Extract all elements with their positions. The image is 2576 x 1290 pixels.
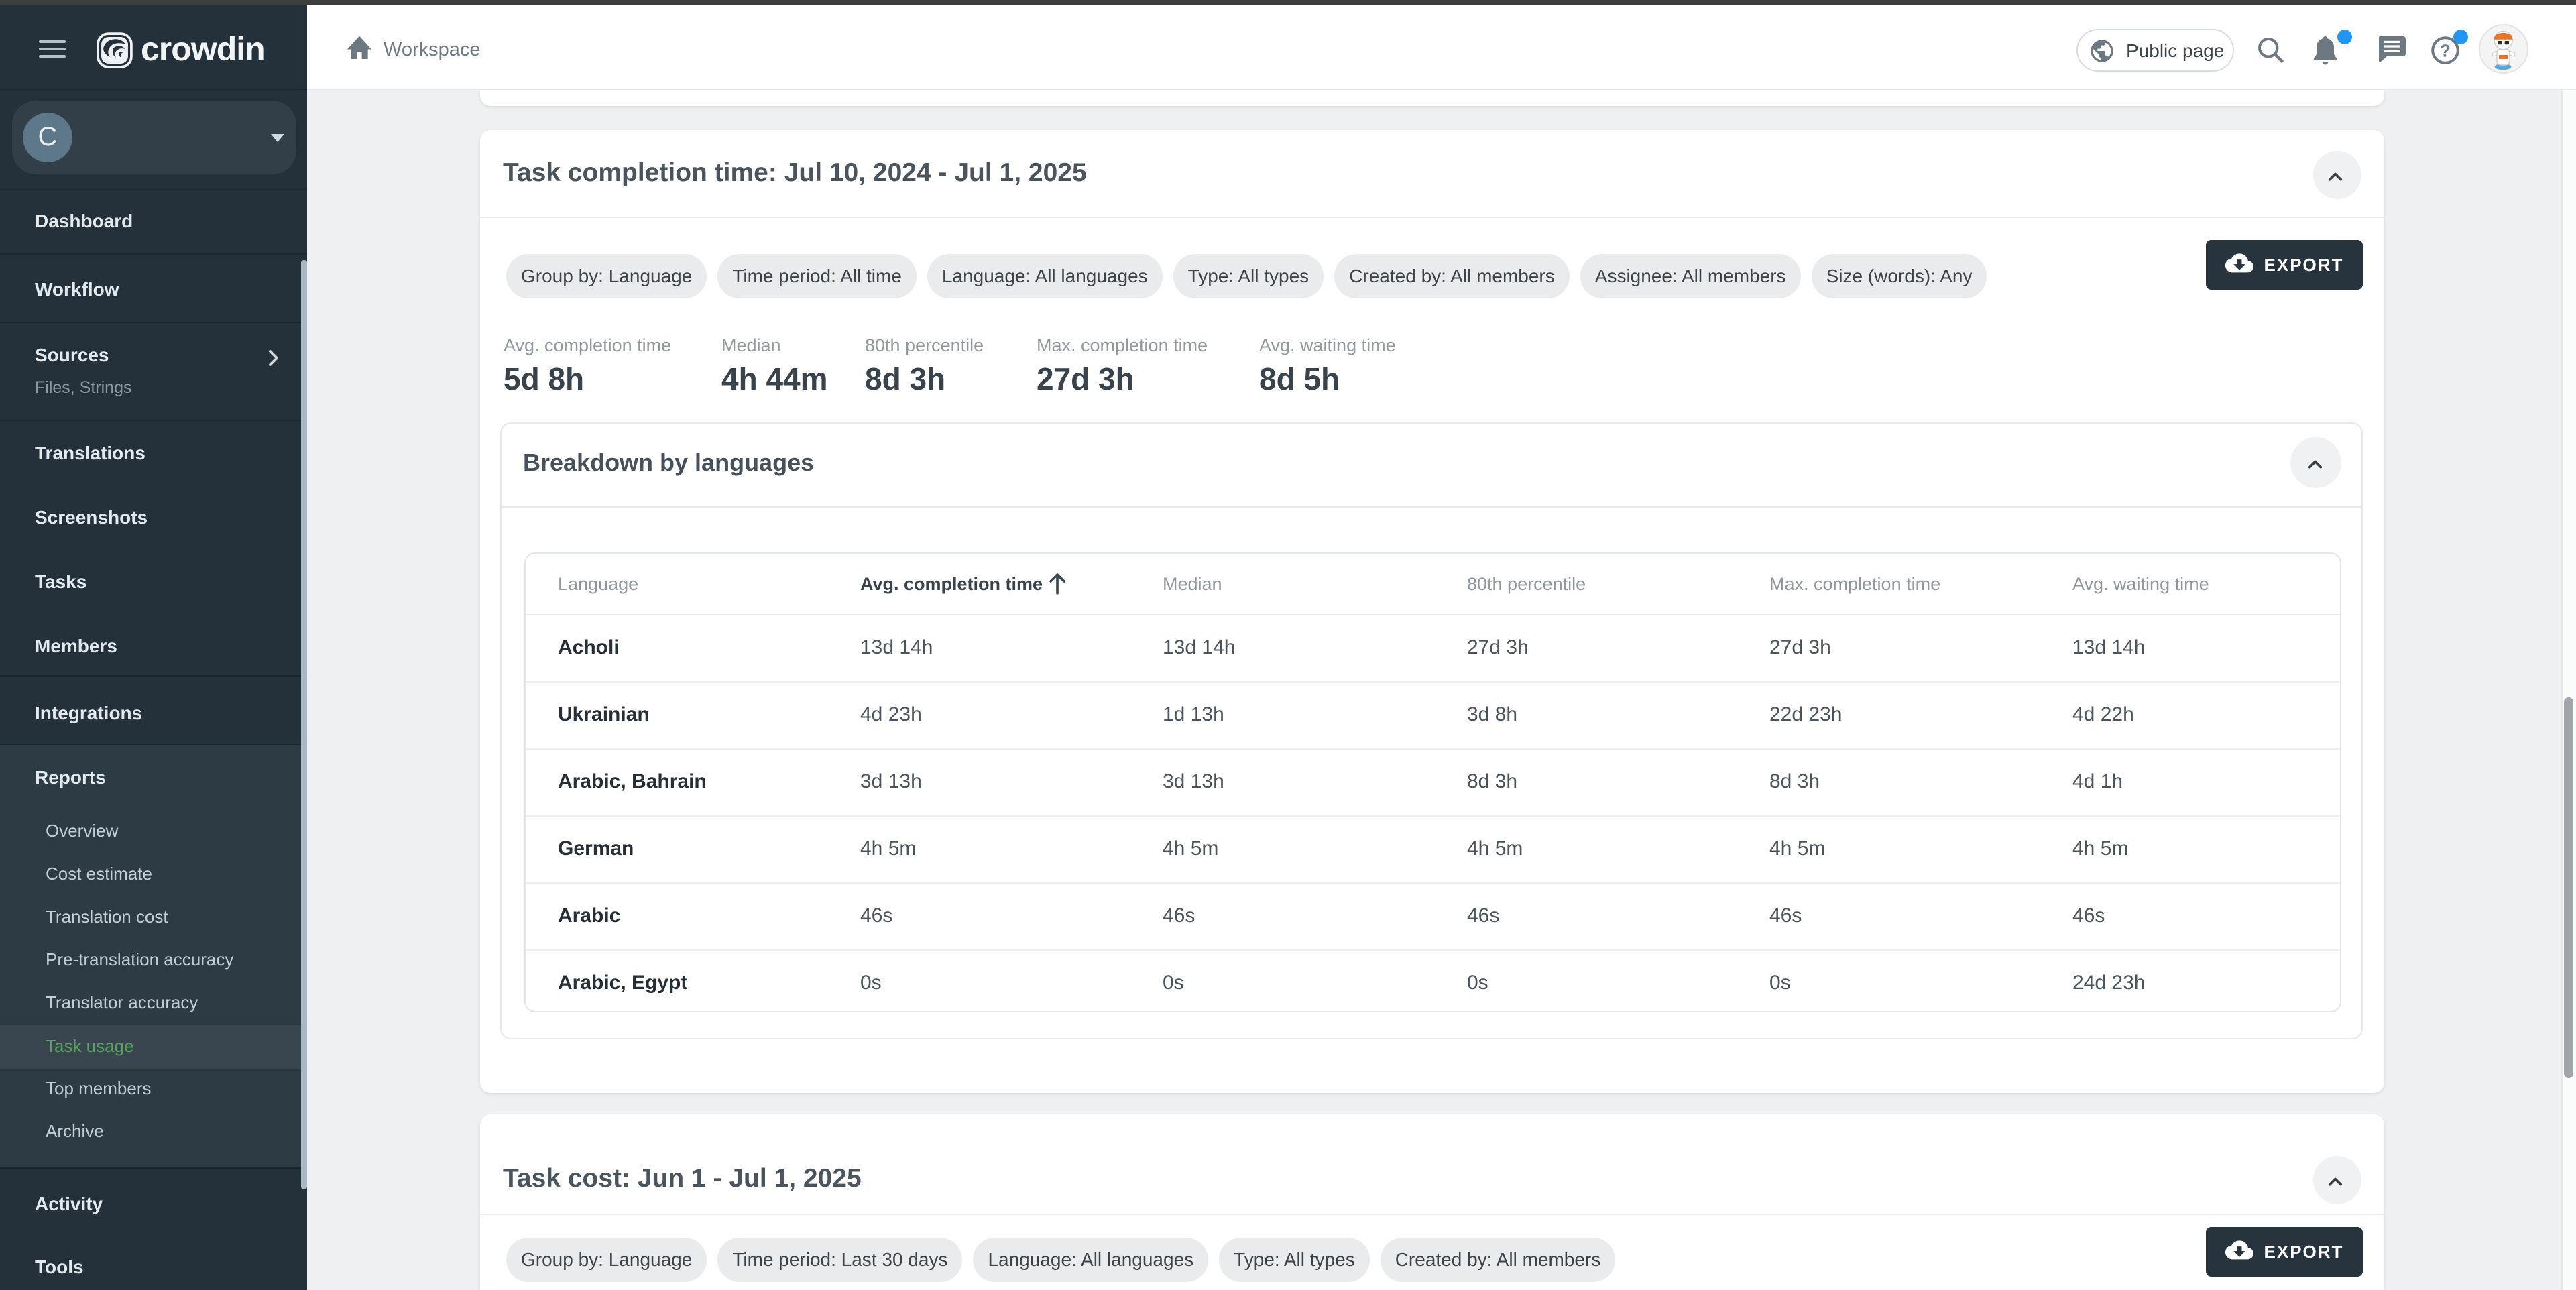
svg-text:?: ? (2440, 40, 2451, 60)
